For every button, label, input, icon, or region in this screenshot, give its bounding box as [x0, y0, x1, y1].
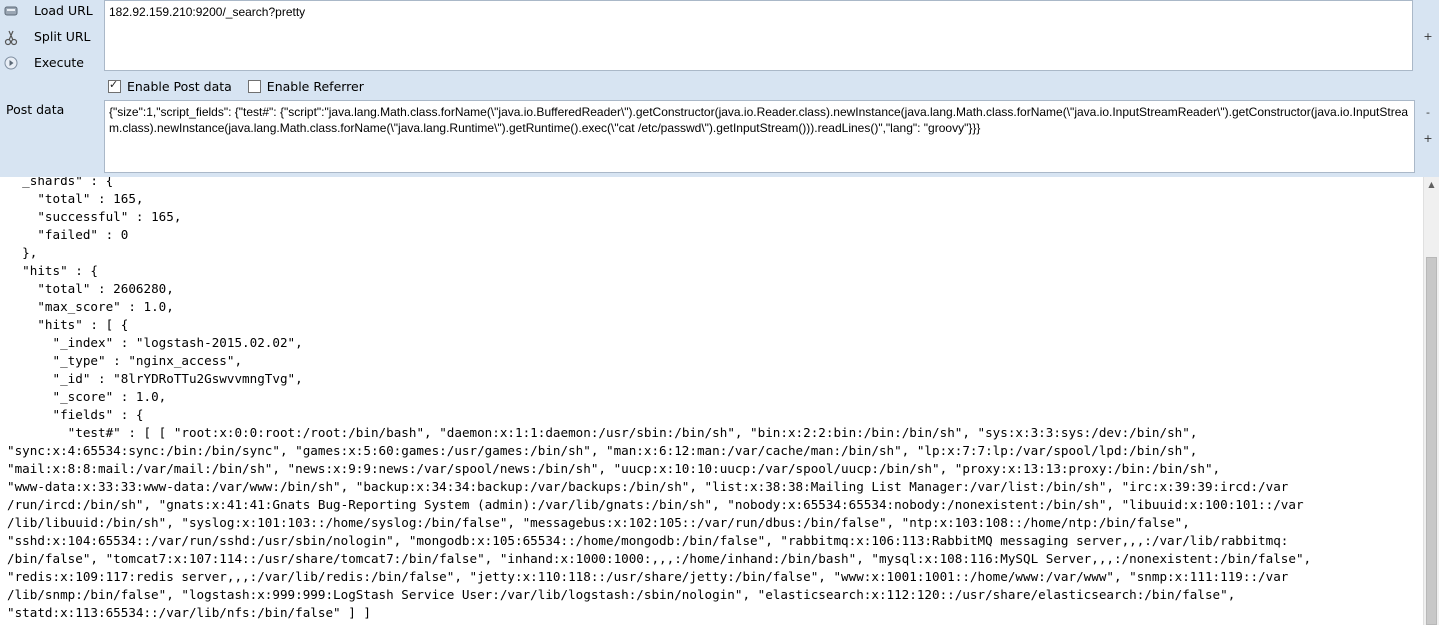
execute-icon — [4, 56, 18, 70]
options-row: Enable Post data Enable Referrer — [108, 78, 364, 97]
enable-referrer-label: Enable Referrer — [266, 79, 364, 94]
response-body: _shards" : { "total" : 165, "successful"… — [0, 177, 1423, 625]
post-data-input[interactable]: {"size":1,"script_fields": {"test#": {"s… — [104, 100, 1415, 173]
execute-button[interactable]: Execute — [0, 52, 100, 76]
enable-referrer-checkbox[interactable] — [247, 80, 261, 93]
hackbar-panel: Load URL Split URL Execute 182.92.159.21… — [0, 0, 1439, 177]
load-url-label: Load URL — [34, 3, 93, 18]
scroll-up-icon[interactable]: ▲ — [1424, 177, 1439, 193]
post-shrink-button[interactable]: - — [1418, 106, 1438, 119]
post-expand-button[interactable]: + — [1418, 132, 1438, 145]
load-url-icon — [4, 4, 18, 18]
enable-post-label: Enable Post data — [126, 79, 232, 94]
load-url-button[interactable]: Load URL — [0, 0, 100, 24]
post-data-label: Post data — [6, 102, 65, 117]
split-url-button[interactable]: Split URL — [0, 26, 100, 50]
enable-post-checkbox[interactable] — [108, 78, 121, 93]
split-url-icon — [4, 30, 18, 46]
scrollbar-thumb[interactable] — [1426, 257, 1437, 625]
execute-label: Execute — [34, 55, 84, 70]
url-input[interactable]: 182.92.159.210:9200/_search?pretty — [104, 0, 1413, 71]
response-json: _shards" : { "total" : 165, "successful"… — [7, 177, 1312, 620]
split-url-label: Split URL — [34, 29, 91, 44]
enable-referrer-option[interactable]: Enable Referrer — [247, 79, 364, 94]
vertical-scrollbar[interactable]: ▲ — [1423, 177, 1439, 625]
enable-post-option[interactable]: Enable Post data — [108, 78, 236, 94]
url-expand-button[interactable]: + — [1418, 30, 1438, 43]
